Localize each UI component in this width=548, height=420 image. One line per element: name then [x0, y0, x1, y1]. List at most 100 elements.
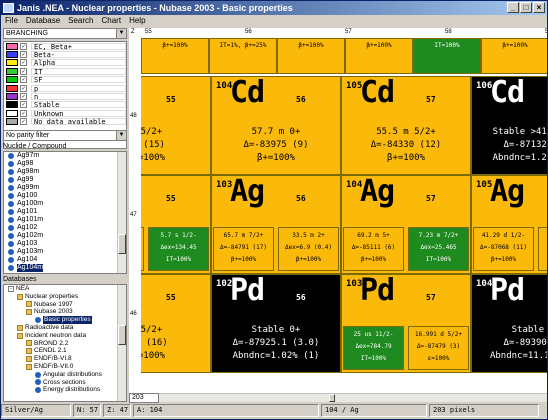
- checkbox-icon[interactable]: ✓: [20, 59, 27, 67]
- top-strip-text: β+=100%: [502, 42, 528, 49]
- nuclide-item[interactable]: Ag102: [4, 224, 126, 232]
- legend-item[interactable]: ✓ n: [4, 92, 126, 101]
- tree-item[interactable]: Incident neutron data: [6, 332, 126, 340]
- zoom-select[interactable]: 203: [129, 393, 159, 403]
- nuclide-cell[interactable]: 102 Pd 56 Stable 0+ Δ=-87925.1 (3.0) Abndnc=1…: [211, 274, 341, 373]
- isomer-box[interactable]: 33.5 m 2+ Δex=6.9 (0.4) β+=100%: [278, 227, 339, 271]
- tree-item[interactable]: Angular distributions: [6, 371, 126, 379]
- tree-item[interactable]: Cross sections: [6, 379, 126, 387]
- element-symbol: Ag: [360, 175, 395, 209]
- chevron-down-icon[interactable]: ▼: [116, 131, 126, 140]
- checkbox-icon[interactable]: ✓: [20, 67, 27, 75]
- tree-item[interactable]: Nuclear properties: [6, 293, 126, 301]
- legend-item[interactable]: ✓ Unknown: [4, 109, 126, 117]
- isomer-box[interactable]: 7.23 m 7/2+ Δex=25.465 IT=100%: [408, 227, 469, 271]
- isomer-box[interactable]: 16.991 d 5/2+ Δ=-87479 (3) ε=100%: [408, 326, 469, 370]
- tree-item[interactable]: Energy distributions: [6, 386, 126, 394]
- nuclide-cell[interactable]: 101Pd55s 5/2+428 (16)β+=100%: [141, 274, 211, 373]
- checkbox-icon[interactable]: ✓: [20, 101, 27, 109]
- close-button[interactable]: ×: [533, 2, 545, 13]
- legend-item[interactable]: ✓ Stable: [4, 101, 126, 109]
- legend-label: IT: [31, 67, 126, 75]
- checkbox-icon[interactable]: ✓: [20, 109, 27, 117]
- isomer-line: 7.23 m 7/2+: [418, 232, 459, 239]
- nuclide-item[interactable]: Ag104: [4, 256, 126, 264]
- nuclide-cell[interactable]: 106Cd58Stable >410Ey 0+Δ=-87132 (6)Abndn…: [471, 76, 547, 175]
- menu-database[interactable]: Database: [22, 15, 64, 27]
- n-tick-label: 58: [445, 29, 452, 35]
- legend-item[interactable]: ✓ IT: [4, 67, 126, 75]
- checkbox-icon[interactable]: ✓: [20, 118, 27, 126]
- isomer-box[interactable]: 65.7 m 7/2+ Δ=-84791 (17) β+=100%: [213, 227, 274, 271]
- top-strip-cell[interactable]: β+=100%: [277, 38, 345, 74]
- parity-filter-select[interactable]: No parity filter ▼: [3, 130, 127, 141]
- tree-item[interactable]: Nubase 2003: [6, 308, 126, 316]
- databases-label: Databases: [3, 276, 37, 283]
- checkbox-icon[interactable]: ✓: [20, 84, 27, 92]
- nuclide-item[interactable]: Ag103: [4, 240, 126, 248]
- nuclide-cell[interactable]: 104 Cd 56 57.7 m 0+ Δ=-83975 (9) β+=100%: [211, 76, 341, 175]
- nuclide-item[interactable]: Ag103m: [4, 248, 126, 256]
- nuclide-item[interactable]: Ag98: [4, 160, 126, 168]
- nuclide-cell[interactable]: 103Cd55m 5/2+45 (15)β+=100%: [141, 76, 211, 175]
- minimize-button[interactable]: _: [507, 2, 519, 13]
- nuclide-item[interactable]: Ag101m: [4, 216, 126, 224]
- checkbox-icon[interactable]: ✓: [20, 42, 27, 50]
- top-strip-cell[interactable]: β+=100%: [481, 38, 547, 74]
- isomer-box[interactable]: 8.28 d 6+Δex=89.66β+=100%: [538, 227, 547, 271]
- isomer-box[interactable]: 5.7 s 1/2- Δex=134.45 IT=100%: [148, 227, 209, 271]
- top-strip-cell[interactable]: IT=1%, β+=25%: [209, 38, 277, 74]
- chart-hscrollbar[interactable]: [129, 393, 547, 402]
- nuclide-item[interactable]: Ag104m: [4, 264, 126, 272]
- tree-item[interactable]: ENDF/B-VI.8: [6, 355, 126, 363]
- nuclide-item[interactable]: Ag100: [4, 192, 126, 200]
- tree-item[interactable]: - NEA: [6, 285, 126, 293]
- nuclide-item[interactable]: Ag100m: [4, 200, 126, 208]
- nuclide-item[interactable]: Ag99m: [4, 184, 126, 192]
- menu-chart[interactable]: Chart: [98, 15, 126, 27]
- element-symbol: Pd: [490, 274, 525, 308]
- tree-item[interactable]: Basic properties: [6, 316, 126, 324]
- nuclide-cell[interactable]: 105 Cd 57 55.5 m 5/2+ Δ=-84330 (12) β+=100%: [341, 76, 471, 175]
- isomer-line: 8.28 d 6+: [539, 230, 547, 242]
- legend-item[interactable]: ✓ EC, Beta+: [4, 42, 126, 50]
- tree-item[interactable]: CENDL 2.1: [6, 347, 126, 355]
- nuclide-item[interactable]: Ag98m: [4, 168, 126, 176]
- isomer-box[interactable]: 41.29 d 1/2- Δ=-87068 (11) β+=100%: [473, 227, 534, 271]
- isomer-box[interactable]: 69.2 m 5+ Δ=-85111 (6) β+=100%: [343, 227, 404, 271]
- dataset-icon: [35, 379, 41, 386]
- tree-item[interactable]: Radioactive data: [6, 324, 126, 332]
- nuclide-cell[interactable]: 104Pd58Stable 0+Δ=-89390 (4)Abndnc=11.14…: [471, 274, 547, 373]
- legend-item[interactable]: ✓ Beta-: [4, 50, 126, 59]
- tree-scrollbar[interactable]: [117, 285, 126, 401]
- top-strip-cell[interactable]: β+=100%: [345, 38, 413, 74]
- legend-item[interactable]: ✓ No data available: [4, 118, 126, 126]
- legend-item[interactable]: ✓ Alpha: [4, 59, 126, 67]
- legend-mode-select[interactable]: BRANCHING ▼: [3, 28, 127, 39]
- chevron-down-icon[interactable]: ▼: [116, 29, 126, 38]
- top-strip-cell[interactable]: β+=100%: [141, 38, 209, 74]
- legend-item[interactable]: ✓ SF: [4, 76, 126, 84]
- z-tick-label: 48: [130, 113, 137, 119]
- tree-item[interactable]: BROND 2.2: [6, 340, 126, 348]
- checkbox-icon[interactable]: ✓: [20, 76, 27, 84]
- isomer-box[interactable]: 12.5 m 5+Δ=-82265 (28)β+=100%: [141, 227, 144, 271]
- maximize-button[interactable]: □: [520, 2, 532, 13]
- nuclide-item[interactable]: Ag101: [4, 208, 126, 216]
- tree-item[interactable]: ENDF/B-VII.0: [6, 363, 126, 371]
- menu-file[interactable]: File: [1, 15, 22, 27]
- isomer-box[interactable]: 25 us 11/2- Δex=784.79 IT=100%: [343, 326, 404, 370]
- menu-search[interactable]: Search: [64, 15, 97, 27]
- checkbox-icon[interactable]: ✓: [20, 51, 27, 59]
- nuclide-scrollbar[interactable]: [117, 152, 126, 273]
- legend-item[interactable]: ✓ p: [4, 84, 126, 92]
- nuclide-item[interactable]: Ag102m: [4, 232, 126, 240]
- nuclide-icon: [8, 209, 14, 215]
- nuclide-item[interactable]: Ag99: [4, 176, 126, 184]
- checkbox-icon[interactable]: ✓: [20, 93, 27, 101]
- nuclide-chart[interactable]: Z5556575859 484746 β+=100%IT=1%, β+=25%β…: [129, 28, 547, 393]
- nuclide-item[interactable]: Ag97m: [4, 152, 126, 160]
- top-strip-cell[interactable]: IT=100%: [413, 38, 481, 74]
- tree-item[interactable]: Nubase 1997: [6, 301, 126, 309]
- menu-help[interactable]: Help: [125, 15, 149, 27]
